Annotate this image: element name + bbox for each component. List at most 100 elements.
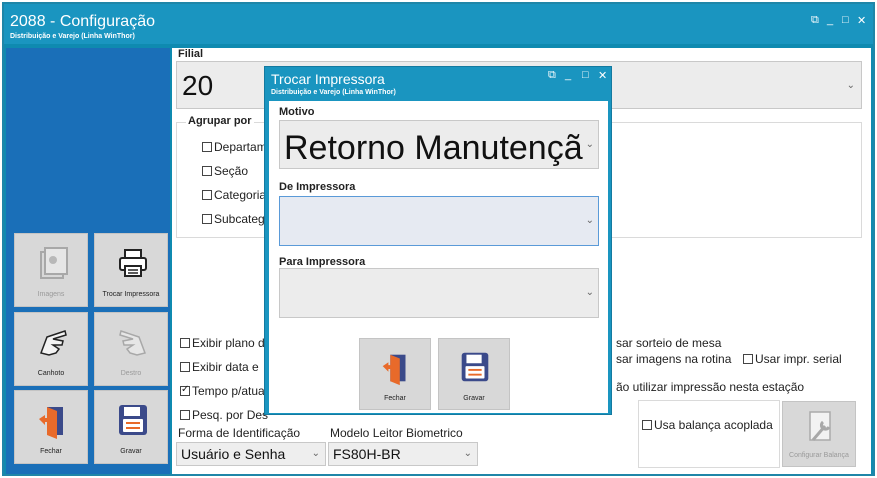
checkbox-icon (202, 166, 212, 176)
tempo-atualizacao-label: Tempo p/atua (192, 384, 265, 398)
para-impressora-select[interactable]: ⌄ (279, 268, 599, 318)
minimize-icon[interactable]: _ (565, 69, 571, 81)
destro-button[interactable]: Destro (94, 312, 168, 386)
exibir-data-label: Exibir data e (192, 360, 259, 374)
nao-utilizar-impressao-label: ão utilizar impressão nesta estação (616, 380, 805, 394)
departamento-label: Departam (214, 140, 267, 154)
images-icon (40, 247, 68, 279)
restore-icon[interactable]: ⧉ (548, 69, 556, 82)
chevron-down-icon: ⌄ (585, 215, 594, 226)
checkbox-icon (202, 142, 212, 152)
forma-identificacao-label: Forma de Identificação (178, 426, 301, 440)
forma-identificacao-value: Usuário e Senha (181, 446, 286, 462)
impr-serial-label: Usar impr. serial (755, 352, 842, 366)
exibir-plano-checkbox[interactable]: Exibir plano d (180, 336, 265, 350)
checkbox-checked-icon (180, 384, 190, 396)
checkbox-icon (202, 214, 212, 224)
fechar-label: Fechar (40, 448, 62, 455)
dialog-fechar-button[interactable]: Fechar (359, 338, 431, 410)
nao-utilizar-impressao-checkbox[interactable]: ão utilizar impressão nesta estação (616, 380, 804, 394)
minimize-icon[interactable]: _ (827, 14, 833, 26)
modelo-leitor-label: Modelo Leitor Biometrico (330, 426, 463, 440)
dialog-fechar-label: Fechar (384, 395, 406, 402)
checkbox-icon (743, 354, 753, 364)
exit-door-icon (382, 354, 406, 386)
wrench-document-icon (809, 411, 831, 441)
dialog-subtitle: Distribuição e Varejo (Linha WinThor) (271, 89, 396, 96)
configurar-balanca-button[interactable]: Configurar Balança (782, 401, 856, 467)
checkbox-icon (642, 420, 652, 430)
restore-icon[interactable]: ⧉ (811, 14, 819, 27)
forma-identificacao-select[interactable]: Usuário e Senha ⌄ (176, 442, 326, 466)
gravar-button[interactable]: Gravar (94, 390, 168, 464)
chevron-down-icon: ⌄ (846, 80, 855, 91)
categoria-label: Categoria (214, 188, 267, 202)
modelo-leitor-select[interactable]: FS80H-BR ⌄ (328, 442, 478, 466)
maximize-icon[interactable]: □ (582, 69, 589, 81)
left-hand-icon (40, 330, 67, 356)
trocar-impressora-label: Trocar Impressora (102, 291, 160, 298)
motivo-value: Retorno Manutençã (284, 129, 583, 167)
subcategoria-label: Subcateg (214, 212, 265, 226)
filial-label: Filial (178, 48, 204, 60)
departamento-checkbox[interactable]: Departam (202, 140, 267, 154)
right-hand-icon (119, 330, 146, 356)
secao-checkbox[interactable]: Seção (202, 164, 248, 178)
close-icon[interactable]: ✕ (857, 14, 866, 27)
usa-balanca-label: Usa balança acoplada (654, 418, 773, 432)
tempo-atualizacao-checkbox[interactable]: Tempo p/atua (180, 384, 265, 398)
filial-value: 20 (182, 70, 214, 101)
checkbox-icon (202, 190, 212, 200)
chevron-down-icon: ⌄ (311, 448, 320, 459)
impr-serial-checkbox[interactable]: Usar impr. serial (743, 352, 842, 366)
secao-label: Seção (214, 164, 249, 178)
motivo-label: Motivo (279, 106, 315, 118)
dialog-body: Motivo Retorno Manutençã ⌄ De Impressora… (269, 101, 608, 413)
floppy-disk-icon (119, 405, 147, 435)
destro-label: Destro (120, 370, 142, 377)
pesq-descricao-checkbox[interactable]: Pesq. por Des (180, 408, 268, 422)
sorteio-mesa-checkbox[interactable]: sar sorteio de mesa (616, 336, 721, 350)
exit-door-icon (39, 407, 63, 439)
title-bar: 2088 - Configuração Distribuição e Varej… (4, 4, 873, 44)
checkbox-icon (180, 410, 190, 420)
imagens-rotina-checkbox[interactable]: sar imagens na rotina (616, 352, 731, 366)
para-impressora-label: Para Impressora (279, 256, 366, 268)
dialog-gravar-button[interactable]: Gravar (438, 338, 510, 410)
chevron-down-icon: ⌄ (463, 448, 472, 459)
window-subtitle: Distribuição e Varejo (Linha WinThor) (10, 33, 135, 40)
checkbox-icon (180, 338, 190, 348)
gravar-label: Gravar (120, 448, 142, 455)
categoria-checkbox[interactable]: Categoria (202, 188, 266, 202)
floppy-disk-icon (461, 352, 489, 382)
chevron-down-icon: ⌄ (585, 139, 594, 150)
close-icon[interactable]: ✕ (598, 69, 607, 82)
trocar-impressora-button[interactable]: Trocar Impressora (94, 233, 168, 307)
de-impressora-label: De Impressora (279, 181, 356, 193)
imagens-rotina-label: sar imagens na rotina (616, 352, 732, 366)
maximize-icon[interactable]: □ (842, 14, 849, 26)
exibir-data-checkbox[interactable]: Exibir data e (180, 360, 259, 374)
de-impressora-select[interactable]: ⌄ (279, 196, 599, 246)
canhoto-button[interactable]: Canhoto (14, 312, 88, 386)
modelo-leitor-value: FS80H-BR (333, 446, 401, 462)
printer-icon (119, 249, 147, 277)
window-title: 2088 - Configuração (10, 13, 155, 30)
agrupar-label: Agrupar por (186, 115, 254, 127)
usa-balanca-checkbox[interactable]: Usa balança acoplada (642, 418, 773, 432)
balanca-group (638, 400, 780, 468)
exibir-plano-label: Exibir plano d (192, 336, 265, 350)
subcategoria-checkbox[interactable]: Subcateg (202, 212, 265, 226)
sidebar: Imagens Trocar Impressora Canhoto Destro… (6, 48, 170, 474)
dialog-gravar-label: Gravar (463, 395, 485, 402)
fechar-button[interactable]: Fechar (14, 390, 88, 464)
imagens-label: Imagens (37, 291, 65, 298)
pesq-descricao-label: Pesq. por Des (192, 408, 269, 422)
imagens-button[interactable]: Imagens (14, 233, 88, 307)
sorteio-mesa-label: sar sorteio de mesa (616, 336, 722, 350)
checkbox-icon (180, 362, 190, 372)
dialog-title: Trocar Impressora (271, 71, 385, 87)
chevron-down-icon: ⌄ (585, 287, 594, 298)
canhoto-label: Canhoto (37, 370, 65, 377)
motivo-select[interactable]: Retorno Manutençã ⌄ (279, 120, 599, 169)
